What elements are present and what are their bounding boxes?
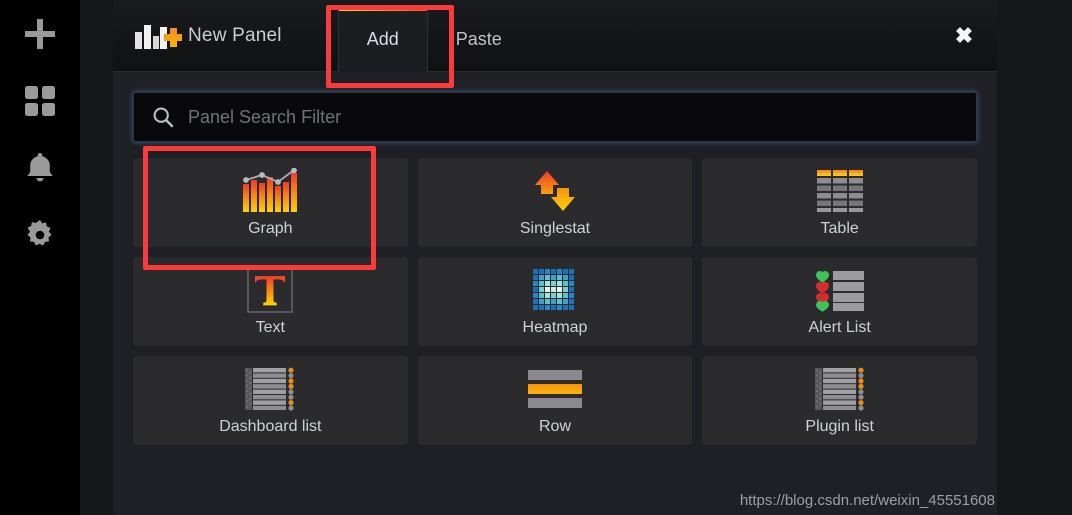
modal-tabs: Add Paste bbox=[337, 0, 530, 72]
search-bar bbox=[133, 92, 977, 142]
close-icon[interactable]: ✖ bbox=[947, 19, 981, 53]
grafana-add-panel-screen: New Panel Add Paste ✖ Panel Search Filte… bbox=[0, 0, 1072, 515]
panel-tile-label: Table bbox=[820, 220, 859, 237]
alert-list-hearts-icon bbox=[813, 266, 867, 314]
add-panel-modal: New Panel Add Paste ✖ Panel Search Filte… bbox=[113, 0, 997, 515]
panel-tile-label: Row bbox=[538, 418, 571, 435]
sidebar-item-create-add[interactable] bbox=[0, 0, 80, 67]
panel-tile-row[interactable]: Row bbox=[417, 356, 693, 445]
dashboard-list-icon bbox=[244, 365, 296, 413]
panel-tile-label: Plugin list bbox=[805, 418, 874, 435]
panel-tile-plugin-list[interactable]: Plugin list bbox=[702, 356, 977, 445]
tab-paste-label: Paste bbox=[455, 29, 502, 49]
close-icon-glyph: ✖ bbox=[954, 22, 974, 48]
sidebar-item-dashboards[interactable] bbox=[0, 67, 80, 134]
panel-tile-label: Text bbox=[255, 319, 285, 336]
bar-chart-plus-icon bbox=[130, 20, 186, 52]
plugin-list-icon bbox=[814, 365, 866, 413]
panel-tile-alert-list[interactable]: Alert List bbox=[702, 257, 977, 346]
page-title: New Panel bbox=[188, 24, 282, 46]
panel-tile-text[interactable]: Text bbox=[133, 257, 408, 346]
heatmap-grid-icon bbox=[532, 266, 578, 314]
panel-tile-label: Dashboard list bbox=[219, 418, 322, 435]
panel-tile-heatmap[interactable]: Heatmap bbox=[417, 257, 693, 346]
modal-body: Graph bbox=[113, 72, 997, 515]
table-grid-icon bbox=[816, 167, 864, 215]
left-nav-rail bbox=[0, 0, 80, 515]
panel-type-grid: Graph Singlestat Table Text Heatmap Aler… bbox=[133, 158, 977, 445]
panel-tile-label: Graph bbox=[248, 220, 293, 237]
text-t-icon bbox=[247, 266, 294, 314]
panel-tile-graph[interactable]: Graph bbox=[133, 158, 408, 247]
singlestat-arrows-icon bbox=[527, 167, 583, 215]
gear-icon bbox=[24, 219, 56, 251]
panel-tile-table[interactable]: Table bbox=[702, 158, 977, 247]
graph-icon bbox=[239, 167, 301, 215]
panel-tile-label: Singlestat bbox=[519, 220, 591, 237]
row-bars-icon bbox=[527, 365, 583, 413]
panel-tile-label: Heatmap bbox=[522, 319, 588, 336]
panel-tile-dashboard-list[interactable]: Dashboard list bbox=[133, 356, 408, 445]
sidebar-item-configuration[interactable] bbox=[0, 201, 80, 268]
tab-paste[interactable]: Paste bbox=[428, 8, 530, 72]
dashboards-grid-icon bbox=[24, 85, 56, 117]
tab-add-label: Add bbox=[366, 29, 399, 49]
watermark-url: https://blog.csdn.net/weixin_45551608 bbox=[739, 492, 995, 509]
search-icon bbox=[152, 106, 174, 128]
tab-add[interactable]: Add bbox=[337, 7, 428, 72]
modal-header: New Panel Add Paste ✖ bbox=[113, 0, 997, 72]
search-input[interactable] bbox=[188, 94, 976, 140]
sidebar-item-alerting[interactable] bbox=[0, 134, 80, 201]
panel-tile-singlestat[interactable]: Singlestat bbox=[417, 158, 693, 247]
bell-icon bbox=[25, 152, 55, 184]
panel-tile-label: Alert List bbox=[808, 319, 871, 336]
plus-icon bbox=[23, 17, 57, 51]
